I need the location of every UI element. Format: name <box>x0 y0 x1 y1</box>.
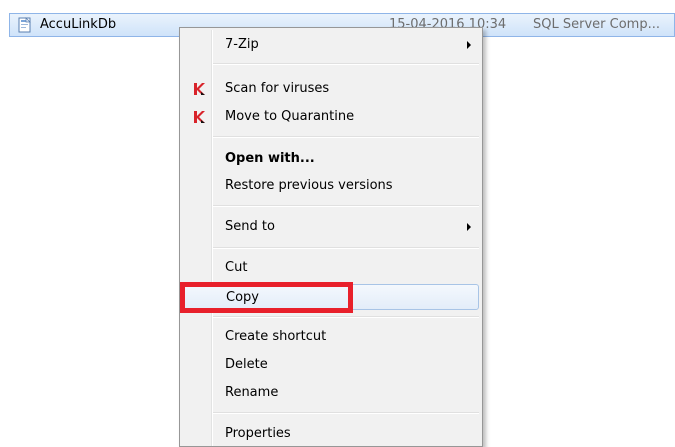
menu-item-7zip[interactable]: 7-Zip <box>183 32 479 58</box>
menu-item-rename[interactable]: Rename <box>183 380 479 406</box>
menu-item-cut[interactable]: Cut <box>183 255 479 281</box>
context-menu: 7-Zip Scan for viruses Move to Quarantin… <box>179 27 483 447</box>
menu-item-delete[interactable]: Delete <box>183 352 479 378</box>
menu-item-move-to-quarantine[interactable]: Move to Quarantine <box>183 104 479 130</box>
menu-item-properties[interactable]: Properties <box>183 421 479 447</box>
menu-item-send-to[interactable]: Send to <box>183 214 479 240</box>
annotation-highlight-box <box>180 282 353 313</box>
menu-separator <box>213 136 479 138</box>
submenu-arrow-icon <box>467 223 471 231</box>
menu-separator <box>213 412 479 414</box>
menu-item-label: Create shortcut <box>225 329 327 344</box>
menu-separator <box>213 63 479 65</box>
menu-item-label: Move to Quarantine <box>225 109 355 124</box>
menu-separator <box>213 247 479 249</box>
menu-item-label: Rename <box>225 385 279 400</box>
menu-item-label: 7-Zip <box>225 37 259 52</box>
file-name: AccuLinkDb <box>40 17 117 32</box>
submenu-arrow-icon <box>467 41 471 49</box>
menu-item-label: Delete <box>225 357 268 372</box>
kaspersky-icon <box>194 111 205 123</box>
menu-item-open-with[interactable]: Open with... <box>183 146 479 172</box>
menu-separator <box>213 205 479 207</box>
menu-separator <box>213 316 479 318</box>
menu-item-label: Cut <box>225 260 248 275</box>
menu-item-label: Scan for viruses <box>225 81 330 96</box>
kaspersky-icon <box>194 83 205 95</box>
menu-item-label: Properties <box>225 426 291 441</box>
menu-item-label: Send to <box>225 219 275 234</box>
menu-item-scan-for-viruses[interactable]: Scan for viruses <box>183 76 479 102</box>
file-type: SQL Server Comp... <box>533 17 660 32</box>
menu-item-label: Restore previous versions <box>225 178 393 193</box>
menu-item-create-shortcut[interactable]: Create shortcut <box>183 324 479 350</box>
menu-item-label: Open with... <box>225 151 315 166</box>
menu-item-restore-previous-versions[interactable]: Restore previous versions <box>183 173 479 199</box>
database-file-icon <box>18 17 31 33</box>
